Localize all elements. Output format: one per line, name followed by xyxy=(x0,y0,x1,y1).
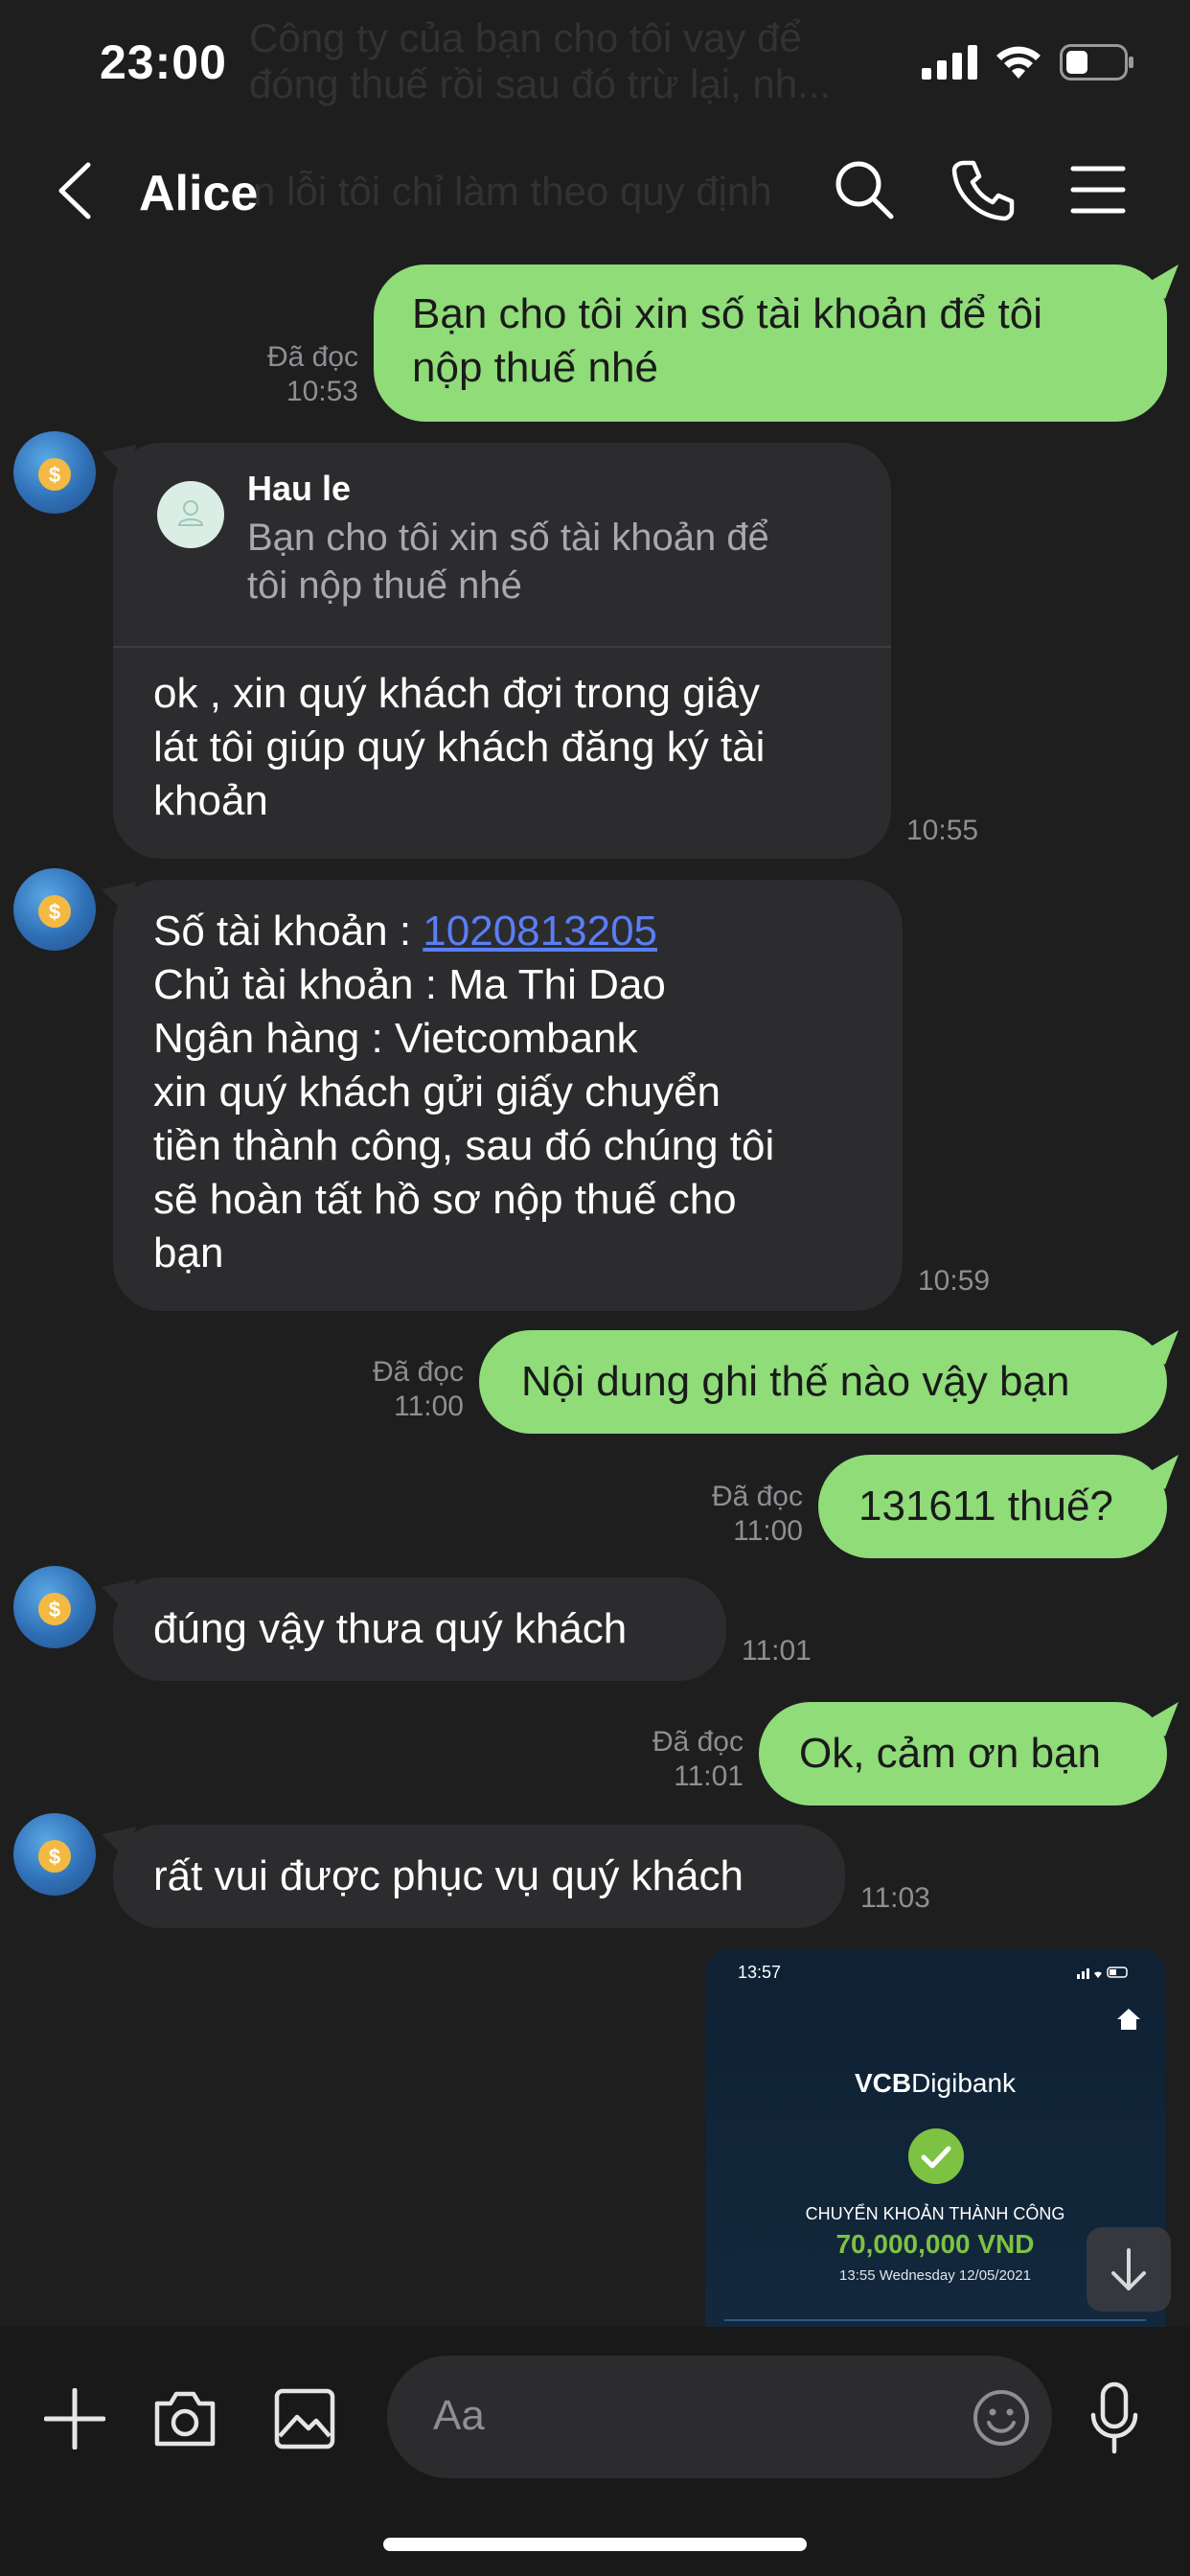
quote-author: Hau le xyxy=(247,469,352,508)
wifi-icon xyxy=(996,46,1041,79)
bubble-tail xyxy=(1146,1455,1179,1489)
svg-text:$: $ xyxy=(49,900,60,924)
message-bubble-incoming[interactable]: Hau le Bạn cho tôi xin số tài khoản để t… xyxy=(113,443,891,859)
message-text: đúng vậy thưa quý khách xyxy=(153,1605,628,1652)
transfer-status: CHUYỂN KHOẢN THÀNH CÔNG xyxy=(805,2204,1065,2223)
bubble-tail xyxy=(1146,1330,1179,1365)
account-number-link[interactable]: 1020813205 xyxy=(423,908,657,954)
chat-header: Alice xyxy=(0,144,1190,240)
search-icon[interactable] xyxy=(832,157,897,222)
phone-icon[interactable] xyxy=(950,157,1016,222)
message-text: 131611 thuế? xyxy=(858,1483,1113,1530)
home-indicator xyxy=(383,2538,807,2551)
avatar[interactable]: $ xyxy=(13,431,96,514)
avatar[interactable]: $ xyxy=(13,1566,96,1648)
message-time: 10:55 xyxy=(906,815,979,846)
bubble-tail xyxy=(1146,1702,1179,1736)
message-bubble-outgoing[interactable]: 131611 thuế? xyxy=(818,1455,1167,1558)
svg-text:$: $ xyxy=(49,1598,60,1622)
message-time: 10:59 xyxy=(918,1265,991,1297)
microphone-icon[interactable] xyxy=(1088,2380,1140,2457)
message-bubble-outgoing[interactable]: Bạn cho tôi xin số tài khoản để tôi nộp … xyxy=(374,264,1167,422)
status-bar: 23:00 xyxy=(0,0,1190,129)
success-check-icon xyxy=(908,2128,964,2184)
message-text: Ngân hàng : Vietcombank xyxy=(153,1015,638,1062)
status-time: 23:00 xyxy=(100,35,227,89)
back-icon[interactable] xyxy=(54,161,96,220)
quote-text: Bạn cho tôi xin số tài khoản để tôi nộp … xyxy=(247,517,769,607)
message-text: bạn xyxy=(153,1230,224,1276)
message-time: 11:01 xyxy=(742,1635,812,1667)
plus-icon[interactable] xyxy=(44,2388,105,2450)
arrow-down-icon xyxy=(1111,2248,1146,2290)
message-text: Số tài khoản : 1020813205 xyxy=(153,908,658,954)
message-text: rất vui được phục vụ quý khách xyxy=(153,1852,744,1899)
read-receipt: Đã đọc 11:00 xyxy=(372,1356,464,1422)
signal-icon xyxy=(922,45,977,80)
vcb-logo: VCBDigibank xyxy=(854,2068,1017,2098)
chat-title[interactable]: Alice xyxy=(139,165,258,222)
read-receipt: Đã đọc 11:01 xyxy=(652,1726,744,1792)
avatar[interactable]: $ xyxy=(13,1813,96,1896)
message-bubble-incoming[interactable]: Số tài khoản : 1020813205 Chủ tài khoản … xyxy=(113,880,903,1311)
preview-status-icons xyxy=(1077,1966,1128,1979)
preview-time: 13:57 xyxy=(738,1963,782,1982)
message-text: nộp thuế nhé xyxy=(412,344,658,391)
menu-icon[interactable] xyxy=(1065,157,1131,222)
message-input[interactable]: Aa xyxy=(387,2356,1052,2478)
read-receipt: Đã đọc 10:53 xyxy=(266,341,358,407)
message-bubble-incoming[interactable]: rất vui được phục vụ quý khách xyxy=(113,1825,845,1928)
svg-text:$: $ xyxy=(49,1845,60,1869)
image-icon[interactable] xyxy=(274,2388,335,2450)
message-bubble-outgoing[interactable]: Ok, cảm ơn bạn xyxy=(759,1702,1167,1806)
message-text: Bạn cho tôi xin số tài khoản để tôi xyxy=(412,290,1042,337)
message-bubble-incoming[interactable]: đúng vậy thưa quý khách xyxy=(113,1577,726,1681)
message-text: Ok, cảm ơn bạn xyxy=(799,1730,1101,1777)
input-placeholder: Aa xyxy=(433,2392,485,2439)
avatar[interactable]: $ xyxy=(13,868,96,951)
message-text: tiền thành công, sau đó chúng tôi xyxy=(153,1122,775,1169)
quote-divider xyxy=(113,646,891,648)
battery-icon xyxy=(1060,44,1133,80)
message-text: Nội dung ghi thế nào vậy bạn xyxy=(521,1358,1070,1405)
message-text: Chủ tài khoản : Ma Thi Dao xyxy=(153,961,666,1008)
home-icon xyxy=(1117,2009,1140,2030)
bubble-tail xyxy=(1146,264,1179,299)
scroll-to-bottom-button[interactable] xyxy=(1087,2227,1171,2312)
divider xyxy=(724,2319,1146,2321)
emoji-icon[interactable] xyxy=(972,2388,1031,2448)
svg-text:$: $ xyxy=(49,463,60,487)
message-time: 11:03 xyxy=(860,1882,930,1914)
message-bubble-outgoing[interactable]: Nội dung ghi thế nào vậy bạn xyxy=(479,1330,1167,1434)
person-icon xyxy=(177,500,204,526)
read-receipt: Đã đọc 11:00 xyxy=(711,1481,803,1547)
camera-icon[interactable] xyxy=(153,2388,217,2448)
message-text: sẽ hoàn tất hồ sơ nộp thuế cho xyxy=(153,1176,737,1223)
message-text: ok , xin quý khách đợi trong giây lát tô… xyxy=(153,670,766,824)
quote-avatar xyxy=(157,481,224,548)
message-text: xin quý khách gửi giấy chuyển xyxy=(153,1069,721,1116)
